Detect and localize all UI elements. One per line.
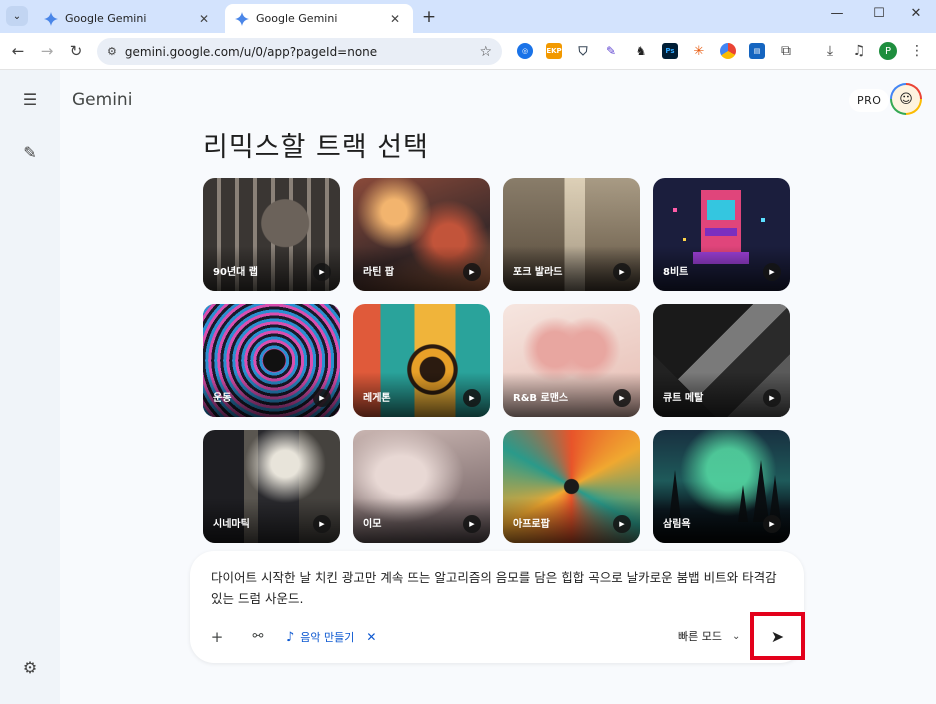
track-label: 라틴 팝	[363, 267, 395, 278]
media-control-icon[interactable]: ♫	[849, 41, 869, 61]
new-chat-icon[interactable]: ✎	[18, 141, 42, 165]
track-grid: 90년대 랩 ▶ 라틴 팝 ▶ 포크 발라드 ▶ 8비트 ▶ 운동 ▶ 레게톤 …	[203, 178, 791, 543]
extension-pen-icon[interactable]: ✎	[603, 43, 619, 59]
track-card-emo[interactable]: 이모 ▶	[353, 430, 490, 543]
play-icon[interactable]: ▶	[313, 263, 331, 281]
play-icon[interactable]: ▶	[313, 389, 331, 407]
settings-gear-icon[interactable]: ⚙	[18, 656, 42, 680]
gemini-favicon-icon	[44, 11, 58, 26]
chip-label: 음악 만들기	[300, 631, 355, 644]
track-card-forest-bathing[interactable]: 삼림욕 ▶	[653, 430, 790, 543]
reload-icon[interactable]: ↻	[66, 41, 86, 61]
tab-close-icon[interactable]: ✕	[387, 12, 403, 26]
track-card-cute-metal[interactable]: 큐트 메탈 ▶	[653, 304, 790, 417]
track-label: 시네마틱	[213, 519, 250, 530]
track-label: 이모	[363, 519, 382, 530]
browser-tab-2[interactable]: Google Gemini ✕	[225, 4, 413, 33]
user-avatar[interactable]: ☺	[890, 83, 922, 115]
send-arrow-icon: ➤	[770, 626, 785, 646]
extension-color-icon[interactable]	[720, 43, 736, 59]
extension-shield-icon[interactable]: ⛉	[575, 43, 591, 59]
chevron-down-icon: ⌄	[731, 630, 741, 642]
bookmark-star-icon[interactable]: ☆	[479, 44, 492, 60]
track-card-afropop[interactable]: 아프로팝 ▶	[503, 430, 640, 543]
track-label: 8비트	[663, 267, 689, 278]
mode-label: 빠른 모드	[678, 630, 722, 643]
music-note-icon: ♪	[286, 629, 295, 645]
tab-title: Google Gemini	[256, 12, 338, 25]
browser-toolbar: ← → ↻ ⚙ gemini.google.com/u/0/app?pageId…	[0, 33, 936, 70]
tab-search-button[interactable]: ⌄	[6, 6, 28, 26]
window-close-icon[interactable]: ✕	[906, 6, 926, 21]
chip-close-icon[interactable]: ✕	[366, 630, 376, 644]
pro-badge: PRO	[849, 89, 890, 112]
track-card-reggaeton[interactable]: 레게톤 ▶	[353, 304, 490, 417]
tab-close-icon[interactable]: ✕	[196, 12, 212, 26]
gemini-favicon-icon	[235, 11, 249, 26]
extensions-puzzle-icon[interactable]: ⧉	[776, 41, 796, 61]
sidebar: ☰ ✎ ⚙	[0, 70, 60, 704]
extension-orange-icon[interactable]: EKP	[546, 43, 562, 59]
hamburger-menu-icon[interactable]: ☰	[18, 88, 42, 112]
avatar-face-icon: ☺	[892, 85, 920, 113]
page-title: 리믹스할 트랙 선택	[203, 132, 429, 163]
play-icon[interactable]: ▶	[763, 515, 781, 533]
track-label: 레게톤	[363, 393, 391, 404]
browser-tab-1[interactable]: Google Gemini ✕	[34, 4, 222, 33]
track-label: 아프로팝	[513, 519, 550, 530]
track-card-cinematic[interactable]: 시네마틱 ▶	[203, 430, 340, 543]
extension-compass-icon[interactable]: ◎	[517, 43, 533, 59]
tools-icon[interactable]: ⚯	[246, 625, 270, 649]
browser-tab-strip: ⌄ Google Gemini ✕ Google Gemini ✕ + — ☐ …	[0, 0, 936, 33]
play-icon[interactable]: ▶	[613, 389, 631, 407]
extension-gamepad-icon[interactable]: ♞	[633, 43, 649, 59]
track-label: R&B 로맨스	[513, 393, 569, 404]
new-tab-button[interactable]: +	[420, 7, 438, 27]
track-label: 삼림욕	[663, 519, 691, 530]
play-icon[interactable]: ▶	[763, 389, 781, 407]
maximize-icon[interactable]: ☐	[869, 6, 889, 21]
track-card-8bit[interactable]: 8비트 ▶	[653, 178, 790, 291]
address-bar[interactable]: ⚙ gemini.google.com/u/0/app?pageId=none …	[97, 38, 502, 65]
main-area: Gemini PRO ☺ 리믹스할 트랙 선택 90년대 랩 ▶ 라틴 팝 ▶ …	[60, 70, 936, 704]
send-button[interactable]: ➤	[750, 612, 805, 660]
kebab-menu-icon[interactable]: ⋮	[907, 41, 927, 61]
add-attachment-icon[interactable]: +	[206, 625, 228, 649]
url-text[interactable]: gemini.google.com/u/0/app?pageId=none	[125, 45, 480, 59]
site-info-icon[interactable]: ⚙	[107, 45, 117, 58]
play-icon[interactable]: ▶	[613, 263, 631, 281]
track-label: 큐트 메탈	[663, 393, 704, 404]
mode-selector[interactable]: 빠른 모드 ⌄	[678, 628, 740, 644]
extension-sun-icon[interactable]: ✳	[691, 43, 707, 59]
prompt-input[interactable]: 다이어트 시작한 날 치킨 광고만 계속 뜨는 알고리즘의 음모를 담은 힙합 …	[211, 567, 786, 609]
forward-arrow-icon[interactable]: →	[37, 41, 57, 61]
download-icon[interactable]: ⤓	[820, 41, 840, 61]
track-card-latin-pop[interactable]: 라틴 팝 ▶	[353, 178, 490, 291]
profile-avatar[interactable]: P	[879, 42, 897, 60]
play-icon[interactable]: ▶	[613, 515, 631, 533]
extension-photoshop-icon[interactable]: Ps	[662, 43, 678, 59]
minimize-icon[interactable]: —	[827, 6, 847, 21]
track-card-rnb-romance[interactable]: R&B 로맨스 ▶	[503, 304, 640, 417]
tab-title: Google Gemini	[65, 12, 147, 25]
back-arrow-icon[interactable]: ←	[8, 41, 28, 61]
track-label: 운동	[213, 393, 232, 404]
play-icon[interactable]: ▶	[463, 389, 481, 407]
track-card-folk-ballad[interactable]: 포크 발라드 ▶	[503, 178, 640, 291]
play-icon[interactable]: ▶	[463, 263, 481, 281]
app-brand[interactable]: Gemini	[72, 90, 132, 110]
extension-window-icon[interactable]: ▤	[749, 43, 765, 59]
play-icon[interactable]: ▶	[463, 515, 481, 533]
create-music-chip[interactable]: ♪ 음악 만들기 ✕	[286, 626, 376, 648]
play-icon[interactable]: ▶	[313, 515, 331, 533]
track-card-90s-rap[interactable]: 90년대 랩 ▶	[203, 178, 340, 291]
track-label: 90년대 랩	[213, 267, 258, 278]
play-icon[interactable]: ▶	[763, 263, 781, 281]
track-card-workout[interactable]: 운동 ▶	[203, 304, 340, 417]
track-label: 포크 발라드	[513, 267, 563, 278]
prompt-composer: 다이어트 시작한 날 치킨 광고만 계속 뜨는 알고리즘의 음모를 담은 힙합 …	[190, 551, 804, 663]
